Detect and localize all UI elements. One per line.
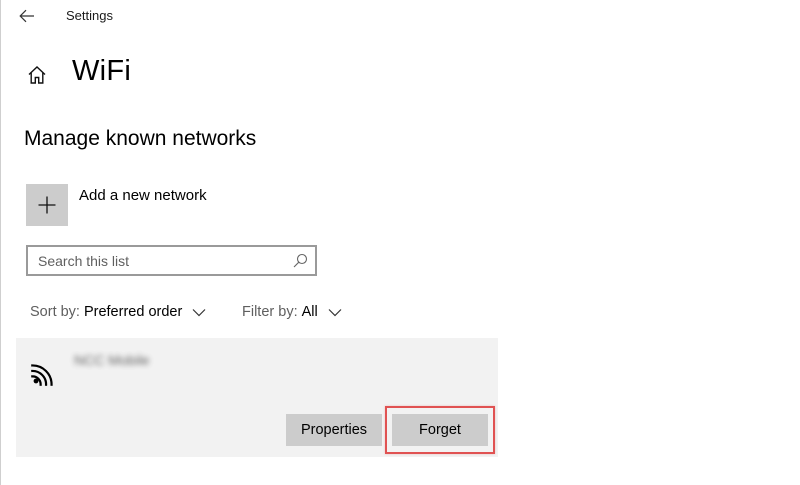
filter-dropdown[interactable]: Filter by: All	[242, 304, 342, 320]
network-list-item[interactable]: NCC Mobile Properties Forget	[16, 338, 498, 457]
forget-button[interactable]: Forget	[392, 414, 488, 446]
add-network-label: Add a new network	[79, 187, 207, 204]
window-title: Settings	[66, 8, 113, 23]
page-title: WiFi	[72, 55, 132, 87]
chevron-down-icon	[328, 308, 342, 317]
add-network-button[interactable]: Add a new network	[26, 184, 207, 227]
settings-window: Settings WiFi Manage known networks Add …	[0, 0, 800, 485]
sort-label: Sort by:	[30, 304, 80, 320]
filter-label: Filter by:	[242, 304, 298, 320]
plus-icon	[38, 196, 56, 214]
filter-value: All	[301, 304, 318, 320]
home-icon	[28, 66, 46, 84]
home-button[interactable]	[24, 62, 50, 88]
add-network-tile[interactable]	[26, 184, 68, 226]
chevron-down-icon	[192, 308, 206, 317]
arrow-left-icon	[19, 9, 34, 23]
window-left-edge	[0, 0, 1, 485]
search-box[interactable]	[26, 245, 317, 276]
section-title: Manage known networks	[24, 127, 257, 150]
sort-dropdown[interactable]: Sort by: Preferred order	[30, 304, 206, 320]
sort-value: Preferred order	[83, 304, 183, 320]
wifi-icon	[31, 364, 53, 386]
back-button[interactable]	[14, 4, 40, 28]
search-button[interactable]	[285, 247, 315, 274]
search-icon	[293, 253, 307, 268]
network-name: NCC Mobile	[74, 352, 150, 368]
properties-button[interactable]: Properties	[286, 414, 382, 446]
search-input[interactable]	[28, 247, 285, 274]
